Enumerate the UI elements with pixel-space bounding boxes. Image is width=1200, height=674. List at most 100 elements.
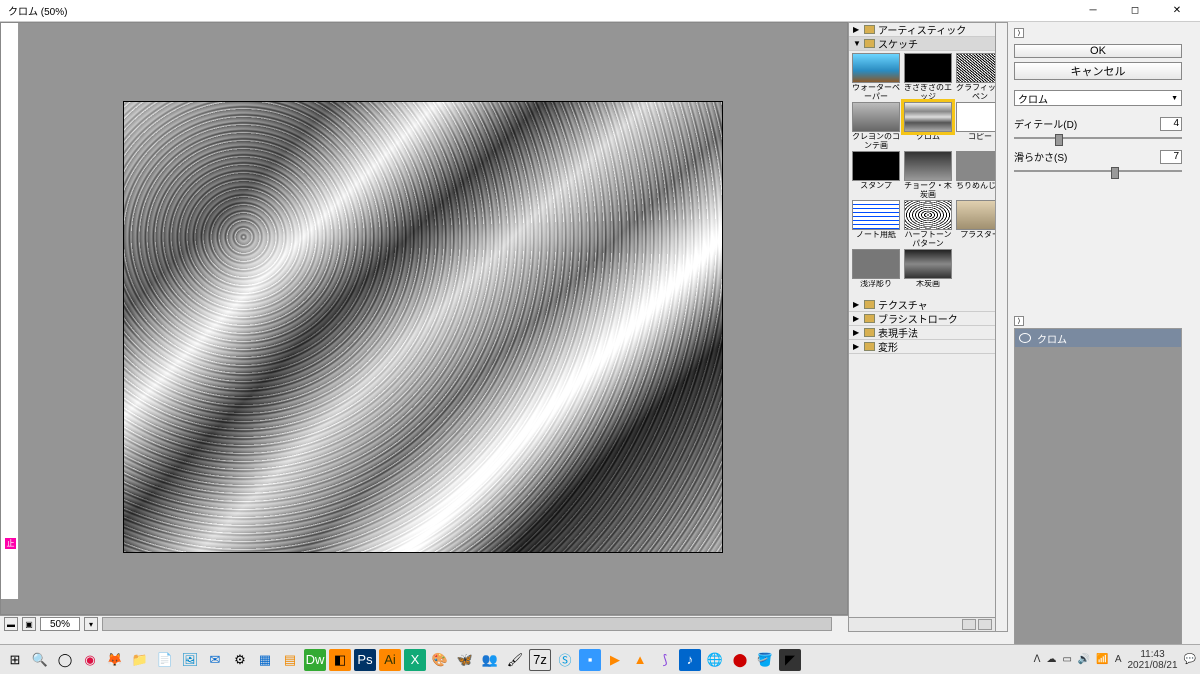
filter-torn-edge[interactable]: ぎざぎざのエッジ [903, 53, 953, 100]
chevron-right-icon: ▶ [853, 314, 861, 323]
detail-label: ディテール(D) [1014, 116, 1077, 131]
eye-icon[interactable] [1019, 333, 1031, 343]
zoom-icon[interactable]: ▪ [579, 649, 601, 671]
photoshop-icon[interactable]: Ps [354, 649, 376, 671]
smoothness-input[interactable] [1160, 150, 1182, 164]
category-label: テクスチャ [878, 297, 928, 312]
filter-grid: ウォーターペーパーぎざぎざのエッジグラフィックペンクレヨンのコンテ画クロムコピー… [849, 51, 1007, 298]
dreamweaver-icon[interactable]: Dw [304, 649, 326, 671]
smoothness-slider-thumb[interactable] [1111, 167, 1119, 179]
tray-volume-icon[interactable]: 🔊 [1078, 654, 1090, 665]
detail-slider-thumb[interactable] [1055, 134, 1063, 146]
filter-halftone[interactable]: ハーフトーンパターン [903, 200, 953, 247]
7z-icon[interactable]: 7z [529, 649, 551, 671]
paint-brush-icon[interactable]: 🖌 [504, 649, 526, 671]
music-icon[interactable]: ♪ [679, 649, 701, 671]
param-detail-row: ディテール(D) [1014, 116, 1182, 131]
filter-crayon-conte[interactable]: クレヨンのコンテ画 [851, 102, 901, 149]
close-button[interactable]: ✕ [1162, 1, 1192, 21]
app-icon-purple[interactable]: ⟆ [654, 649, 676, 671]
detail-input[interactable] [1160, 117, 1182, 131]
collapse-controls-button[interactable]: ⟩ [1014, 28, 1024, 38]
teams-icon[interactable]: 👥 [479, 649, 501, 671]
filter-water-paper[interactable]: ウォーターペーパー [851, 53, 901, 100]
app-icon-1[interactable]: ▦ [254, 649, 276, 671]
filter-relief[interactable]: 浅浮彫り [851, 249, 901, 296]
search-icon[interactable]: 🔍 [29, 649, 51, 671]
chrome-icon[interactable]: ◉ [79, 649, 101, 671]
filter-label: ノート用紙 [856, 231, 896, 247]
category-distort[interactable]: ▶ 変形 [849, 340, 1007, 354]
category-label: 表現手法 [878, 325, 918, 340]
sublime-icon[interactable]: ◧ [329, 649, 351, 671]
app-icon-dark[interactable]: ◤ [779, 649, 801, 671]
category-sketch[interactable]: ▼ スケッチ [849, 37, 1007, 51]
smoothness-slider[interactable] [1014, 170, 1182, 172]
detail-slider[interactable] [1014, 137, 1182, 139]
filter-select-value: クロム [1018, 91, 1048, 106]
minimize-button[interactable]: ─ [1078, 1, 1108, 21]
skype-icon[interactable]: Ⓢ [554, 649, 576, 671]
chevron-right-icon: ▶ [853, 25, 861, 34]
category-texture[interactable]: ▶ テクスチャ [849, 298, 1007, 312]
filter-label: スタンプ [860, 182, 892, 198]
filter-label: 浅浮彫り [860, 280, 892, 296]
category-artistic[interactable]: ▶ アーティスティック [849, 23, 1007, 37]
zoom-in-button[interactable]: ▣ [22, 617, 36, 631]
tray-wifi-icon[interactable]: 📶 [1096, 654, 1108, 665]
ok-button[interactable]: OK [1014, 44, 1182, 58]
category-brush[interactable]: ▶ ブラシストローク [849, 312, 1007, 326]
zoom-out-button[interactable]: ▬ [4, 617, 18, 631]
filter-label: コピー [968, 133, 992, 149]
notepad-icon[interactable]: 📄 [154, 649, 176, 671]
outlook-icon[interactable]: ✉ [204, 649, 226, 671]
filter-stamp[interactable]: スタンプ [851, 151, 901, 198]
filter-thumbnail [852, 53, 900, 83]
filter-tree-scrollbar[interactable] [995, 23, 1007, 631]
filter-chrome[interactable]: クロム [903, 102, 953, 149]
maximize-button[interactable]: ◻ [1120, 1, 1150, 21]
tray-ime-icon[interactable]: A [1115, 654, 1122, 665]
tray-battery-icon[interactable]: ▭ [1062, 654, 1071, 665]
category-expression[interactable]: ▶ 表現手法 [849, 326, 1007, 340]
preview-horizontal-scrollbar[interactable] [102, 617, 832, 631]
settings-icon[interactable]: ⚙ [229, 649, 251, 671]
filter-note-paper[interactable]: ノート用紙 [851, 200, 901, 247]
filter-label: クレヨンのコンテ画 [851, 133, 901, 149]
effect-layer-label: クロム [1037, 331, 1067, 346]
cancel-button[interactable]: キャンセル [1014, 62, 1182, 80]
explorer-icon[interactable]: 📁 [129, 649, 151, 671]
thumbnail-size-button-2[interactable] [978, 619, 992, 630]
filter-thumbnail [904, 249, 952, 279]
category-label: 変形 [878, 339, 898, 354]
thumbnail-size-button[interactable] [962, 619, 976, 630]
start-button[interactable]: ⊞ [4, 649, 26, 671]
paint-icon[interactable]: 🎨 [429, 649, 451, 671]
firefox-icon[interactable]: 🦊 [104, 649, 126, 671]
filter-select-combo[interactable]: クロム ▼ [1014, 90, 1182, 106]
notifications-icon[interactable]: 💬 [1184, 654, 1196, 665]
cortana-icon[interactable]: ◯ [54, 649, 76, 671]
excel-icon[interactable]: X [404, 649, 426, 671]
collapse-stack-button[interactable]: ⟩ [1014, 316, 1024, 326]
media-icon[interactable]: ▶ [604, 649, 626, 671]
filter-chalk-charcoal[interactable]: チョーク・木炭画 [903, 151, 953, 198]
chevron-down-icon: ▼ [853, 39, 861, 48]
effect-layer-item[interactable]: クロム [1015, 329, 1181, 347]
taskbar-clock[interactable]: 11:43 2021/08/21 [1127, 649, 1177, 671]
app-icon-2[interactable]: ▤ [279, 649, 301, 671]
tray-chevron-icon[interactable]: ᐱ [1034, 654, 1041, 665]
vlc-icon[interactable]: ▲ [629, 649, 651, 671]
zoom-input[interactable] [40, 617, 80, 631]
record-icon[interactable]: ⬤ [729, 649, 751, 671]
illustrator-icon[interactable]: Ai [379, 649, 401, 671]
photos-icon[interactable]: 🖼 [179, 649, 201, 671]
zoom-dropdown-button[interactable]: ▾ [84, 617, 98, 631]
tray-cloud-icon[interactable]: ☁ [1046, 654, 1056, 665]
filter-charcoal[interactable]: 木炭画 [903, 249, 953, 296]
globe-icon[interactable]: 🌐 [704, 649, 726, 671]
butterfly-icon[interactable]: 🦋 [454, 649, 476, 671]
system-tray: ᐱ ☁ ▭ 🔊 📶 A 11:43 2021/08/21 💬 [1034, 649, 1196, 671]
bucket-icon[interactable]: 🪣 [754, 649, 776, 671]
preview-canvas[interactable] [123, 101, 723, 553]
